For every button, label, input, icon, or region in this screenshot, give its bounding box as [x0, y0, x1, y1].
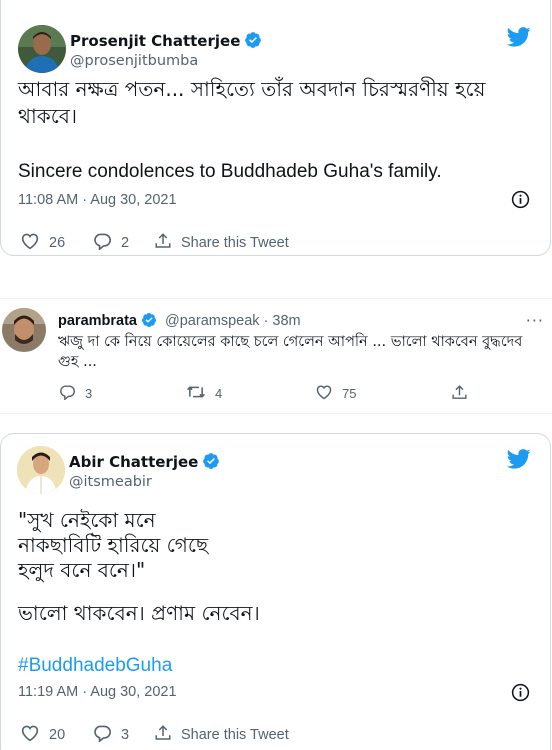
tweet-card-abir: Abir Chatterjee @itsmeabir "সুখ নেইকো মন… — [0, 433, 551, 750]
tweet-text: ঋজু দা কে নিয়ে কোয়েলের কাছে চলে গেলেন … — [58, 334, 523, 370]
retweet-icon — [186, 384, 215, 403]
heart-icon — [20, 724, 49, 746]
hashtag-link[interactable]: #BuddhadebGuha — [18, 652, 172, 679]
share-button[interactable]: Share this Tweet — [154, 724, 289, 746]
info-icon[interactable] — [511, 683, 530, 706]
heart-icon — [20, 232, 49, 254]
retweet-button[interactable]: 4 — [186, 384, 222, 403]
verified-badge-icon — [141, 312, 157, 332]
twitter-bird-icon[interactable] — [506, 449, 531, 473]
author-name[interactable]: Prosenjit Chatterjee — [70, 32, 240, 50]
tweet-text-english: Sincere condolences to Buddhadeb Guha's … — [18, 161, 442, 182]
tweet-text: আবার নক্ষত্র পতন... সাহিত্যে তাঁর অবদান … — [18, 77, 486, 128]
like-button[interactable]: 26 — [20, 232, 65, 254]
retweet-count: 4 — [215, 386, 223, 401]
reply-icon — [58, 384, 85, 403]
avatar[interactable] — [18, 25, 66, 73]
heart-icon — [315, 384, 342, 403]
like-count: 75 — [342, 386, 357, 401]
share-label: Share this Tweet — [181, 235, 289, 251]
tweet-card-prosenjit: Prosenjit Chatterjee @prosenjitbumba আবা… — [0, 0, 551, 256]
reply-icon — [92, 232, 121, 254]
twitter-bird-icon[interactable] — [506, 27, 531, 51]
author-name[interactable]: parambrata — [58, 313, 137, 329]
verified-badge-icon — [244, 31, 262, 53]
tweet-text-farewell: ভালো থাকবেন। প্রণাম নেবেন। — [18, 601, 260, 625]
avatar[interactable] — [17, 446, 65, 494]
author-handle[interactable]: @prosenjitbumba — [70, 53, 198, 69]
reply-button[interactable]: 3 — [58, 384, 92, 403]
avatar[interactable] — [2, 308, 46, 352]
author-name[interactable]: Abir Chatterjee — [69, 453, 198, 471]
reply-count: 3 — [121, 727, 130, 743]
tweet-parambrata: parambrata @paramspeak · 38m ··· ঋজু দা … — [0, 298, 552, 414]
info-icon[interactable] — [511, 190, 530, 213]
more-icon[interactable]: ··· — [526, 311, 544, 330]
reply-count: 2 — [121, 235, 130, 251]
like-button[interactable]: 75 — [315, 384, 356, 403]
timestamp[interactable]: 11:08 AM · Aug 30, 2021 — [18, 192, 177, 208]
author-handle[interactable]: @itsmeabir — [69, 474, 152, 490]
reply-count: 3 — [85, 386, 93, 401]
share-button[interactable]: Share this Tweet — [154, 232, 289, 254]
tweet-text-poem: "সুখ নেইকো মনে নাকছাবিটি হারিয়ে গেছে হল… — [18, 508, 209, 582]
share-label: Share this Tweet — [181, 727, 289, 743]
like-count: 26 — [49, 235, 66, 251]
author-handle-time[interactable]: @paramspeak · 38m — [165, 313, 301, 329]
like-button[interactable]: 20 — [20, 724, 65, 746]
share-icon — [154, 232, 181, 254]
like-count: 20 — [49, 727, 66, 743]
share-icon — [451, 384, 477, 405]
verified-badge-icon — [202, 452, 220, 474]
reply-icon — [92, 724, 121, 746]
share-icon — [154, 724, 181, 746]
share-button[interactable] — [451, 384, 477, 405]
timestamp[interactable]: 11:19 AM · Aug 30, 2021 — [18, 684, 177, 700]
reply-button[interactable]: 3 — [92, 724, 129, 746]
reply-button[interactable]: 2 — [92, 232, 129, 254]
